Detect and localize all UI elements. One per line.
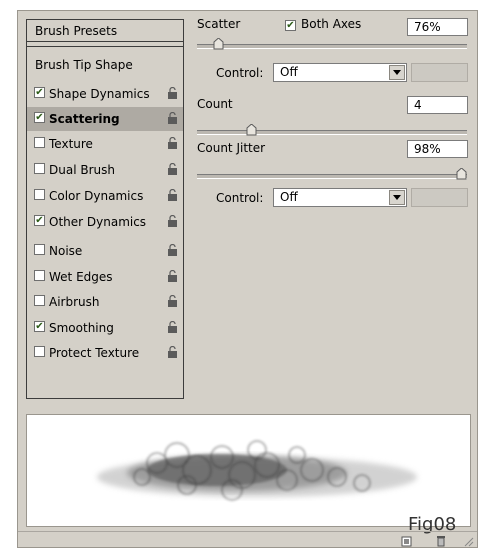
both-axes-checkbox[interactable]: ✔ [285, 20, 296, 31]
resize-grip-icon[interactable] [462, 535, 474, 547]
brush-stroke-preview [26, 414, 471, 527]
lock-icon[interactable] [167, 112, 178, 125]
list-item-label: Shape Dynamics [49, 87, 150, 101]
checkbox[interactable] [34, 270, 45, 281]
count-value-field[interactable]: 4 [407, 96, 468, 114]
count-slider-thumb[interactable] [246, 124, 257, 136]
count-jitter-control-value: Off [280, 190, 298, 204]
lock-icon[interactable] [167, 295, 178, 308]
brush-tip-shape-label: Brush Tip Shape [35, 58, 133, 72]
checkbox[interactable]: ✔ [34, 215, 45, 226]
count-slider-track[interactable] [197, 130, 467, 135]
panel-footer [18, 531, 477, 549]
list-item-noise[interactable]: Noise [27, 239, 183, 263]
lock-icon[interactable] [167, 244, 178, 257]
lock-icon[interactable] [167, 270, 178, 283]
count-label: Count [197, 97, 233, 111]
list-item-label: Wet Edges [49, 270, 113, 284]
checkbox[interactable] [34, 244, 45, 255]
lock-icon[interactable] [167, 215, 178, 228]
chevron-down-icon[interactable] [389, 190, 405, 205]
list-item-color-dynamics[interactable]: Color Dynamics [27, 184, 183, 208]
list-item-other-dynamics[interactable]: ✔ Other Dynamics [27, 210, 183, 234]
count-jitter-slider-track[interactable] [197, 174, 467, 179]
list-item-airbrush[interactable]: Airbrush [27, 290, 183, 314]
scatter-control-label: Control: [216, 66, 264, 80]
checkbox[interactable]: ✔ [34, 112, 45, 123]
list-item-dual-brush[interactable]: Dual Brush [27, 158, 183, 182]
list-item-smoothing[interactable]: ✔ Smoothing [27, 316, 183, 340]
brush-stroke-image [97, 440, 417, 501]
list-item-protect-texture[interactable]: Protect Texture [27, 341, 183, 365]
scatter-value-field[interactable]: 76% [407, 18, 468, 36]
scatter-slider-track[interactable] [197, 44, 467, 49]
list-item-label: Noise [49, 244, 83, 258]
list-item-texture[interactable]: Texture [27, 132, 183, 156]
list-item-label: Scattering [49, 112, 120, 126]
checkbox[interactable]: ✔ [34, 87, 45, 98]
list-item-shape-dynamics[interactable]: ✔ Shape Dynamics [27, 82, 183, 106]
scatter-slider-thumb[interactable] [213, 38, 224, 50]
brush-presets-item[interactable]: Brush Presets [27, 20, 183, 42]
count-jitter-control-extra [411, 188, 468, 207]
count-jitter-control-label: Control: [216, 191, 264, 205]
brush-tip-shape-item[interactable]: Brush Tip Shape [27, 53, 183, 77]
list-item-label: Airbrush [49, 295, 100, 309]
checkbox[interactable]: ✔ [34, 321, 45, 332]
scatter-control-extra [411, 63, 468, 82]
count-jitter-control-select[interactable]: Off [273, 188, 407, 207]
brushes-panel: Brush Presets Brush Tip Shape ✔ Shape Dy… [17, 10, 478, 548]
list-item-scattering[interactable]: ✔ Scattering [27, 107, 183, 131]
list-item-label: Protect Texture [49, 346, 140, 360]
count-jitter-label: Count Jitter [197, 141, 266, 155]
checkbox[interactable] [34, 137, 45, 148]
lock-icon[interactable] [167, 137, 178, 150]
list-item-label: Color Dynamics [49, 189, 144, 203]
list-item-label: Other Dynamics [49, 215, 147, 229]
lock-icon[interactable] [167, 87, 178, 100]
lock-icon[interactable] [167, 321, 178, 334]
new-preset-icon[interactable] [401, 535, 413, 547]
brush-settings-list: Brush Presets Brush Tip Shape ✔ Shape Dy… [26, 19, 184, 399]
chevron-down-icon[interactable] [389, 65, 405, 80]
divider [27, 46, 183, 47]
list-item-label: Dual Brush [49, 163, 115, 177]
scatter-control-select[interactable]: Off [273, 63, 407, 82]
scatter-control-value: Off [280, 65, 298, 79]
checkbox[interactable] [34, 189, 45, 200]
count-jitter-value-field[interactable]: 98% [407, 140, 468, 158]
list-item-label: Smoothing [49, 321, 114, 335]
lock-icon[interactable] [167, 346, 178, 359]
checkbox[interactable] [34, 163, 45, 174]
lock-icon[interactable] [167, 189, 178, 202]
trash-icon[interactable] [435, 535, 447, 547]
checkbox[interactable] [34, 295, 45, 306]
count-jitter-slider-thumb[interactable] [456, 168, 467, 180]
lock-icon[interactable] [167, 163, 178, 176]
scatter-label: Scatter [197, 17, 241, 31]
list-item-label: Texture [49, 137, 93, 151]
list-item-wet-edges[interactable]: Wet Edges [27, 265, 183, 289]
both-axes-label: Both Axes [301, 17, 362, 31]
brush-presets-label: Brush Presets [35, 24, 118, 38]
checkbox[interactable] [34, 346, 45, 357]
